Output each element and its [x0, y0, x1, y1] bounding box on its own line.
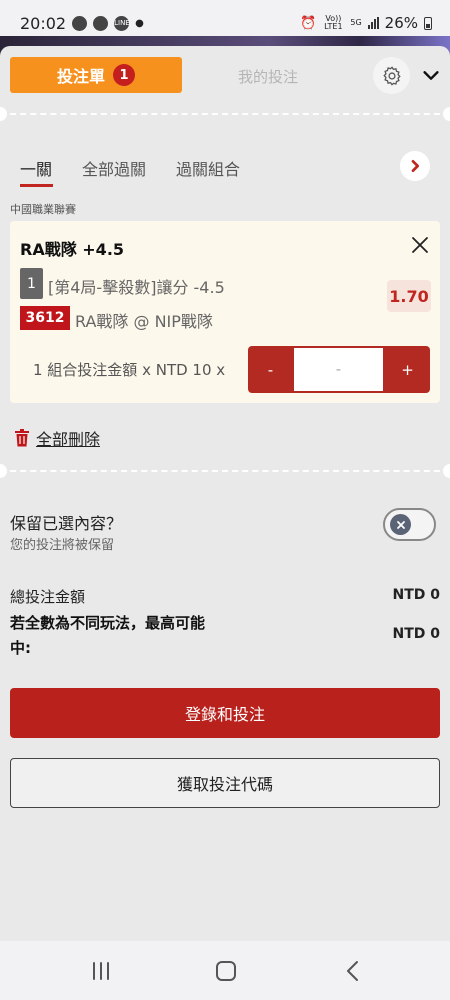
max-win-label: 若全數為不同玩法，最高可能中:: [10, 614, 206, 657]
tab-parlay-combo[interactable]: 過關組合: [176, 156, 240, 180]
divider-notch-right: [443, 107, 450, 121]
signal-icon: [367, 17, 379, 29]
settings-button[interactable]: [373, 57, 410, 94]
keep-selection-subtitle: 您的投注將被保留: [10, 538, 115, 553]
divider-notch-right-2: [443, 464, 450, 478]
tab-all-parlay[interactable]: 全部過關: [82, 156, 146, 180]
chrome-icon-2: [93, 16, 109, 31]
stake-stepper: - - +: [248, 346, 430, 393]
volte-indicator: Vo)) LTE1: [324, 14, 343, 31]
get-bet-code-button[interactable]: 獲取投注代碼: [10, 758, 440, 808]
status-right: ⏰ Vo)) LTE1 5G 26%: [300, 14, 432, 32]
trash-icon: [15, 429, 29, 447]
stake-label: 1 組合投注金額 x NTD 10 x: [33, 361, 226, 379]
gear-icon: [382, 65, 401, 86]
tab-bet-slip-label: 投注單: [56, 67, 105, 86]
bet-type-tabs: 一關 全部過關 過關組合: [20, 156, 240, 180]
home-button[interactable]: [213, 959, 239, 983]
remove-bet-button[interactable]: [410, 235, 430, 255]
tabs-next-button[interactable]: [400, 151, 430, 181]
bet-index-box: 1: [20, 268, 43, 299]
match-name: RA戰隊 @ NIP戰隊: [75, 312, 213, 331]
tab-my-bets[interactable]: 我的投注: [238, 66, 298, 87]
chevron-right-icon: [411, 160, 419, 172]
status-time: 20:02: [20, 14, 67, 33]
tab-single[interactable]: 一關: [20, 156, 52, 180]
stake-minus-button[interactable]: -: [248, 346, 293, 393]
total-stake-value: NTD 0: [392, 587, 440, 603]
back-icon: [347, 961, 358, 981]
total-stake-label: 總投注金額: [10, 588, 86, 606]
delete-all-label: 全部刪除: [36, 430, 101, 449]
battery-icon: [424, 16, 432, 30]
divider-notch-left: [0, 107, 7, 121]
bet-selection-title: RA戰隊 +4.5: [20, 240, 125, 259]
stake-input[interactable]: -: [294, 348, 383, 391]
notification-dot-icon: ●: [135, 18, 144, 29]
tab-bet-slip[interactable]: 投注單 1: [10, 57, 182, 93]
status-left: 20:02 LINE ●: [20, 14, 144, 33]
system-nav-bar: [0, 941, 450, 1000]
odds-value: 1.70: [387, 280, 431, 312]
keep-selection-title: 保留已選內容？: [10, 514, 123, 533]
bet-market: [第4局-擊殺數]讓分 -4.5: [48, 278, 225, 297]
network-indicator: 5G: [350, 18, 362, 27]
bet-count-badge: 1: [113, 64, 135, 86]
bet-slip-sheet: 投注單 1 我的投注 一關 全部過關 過關組合 中國職業聯賽 RA戰隊 +4.5: [0, 46, 450, 941]
keep-selection-toggle[interactable]: [383, 508, 436, 541]
alarm-icon: ⏰: [300, 15, 317, 31]
active-tab-underline: [20, 184, 53, 187]
home-icon: [216, 961, 236, 981]
battery-text: 26%: [384, 14, 418, 32]
divider-top: [0, 113, 450, 115]
recent-apps-button[interactable]: [88, 959, 114, 983]
chrome-icon: [72, 16, 88, 31]
close-icon: [412, 237, 428, 253]
divider-notch-left-2: [0, 464, 7, 478]
back-button[interactable]: [340, 959, 366, 983]
divider-middle: [0, 470, 450, 472]
toggle-off-x-icon: [396, 520, 405, 529]
login-and-bet-button[interactable]: 登錄和投注: [10, 688, 440, 738]
collapse-button[interactable]: [420, 64, 442, 86]
line-app-icon: LINE: [114, 16, 130, 31]
recent-apps-icon: [93, 962, 109, 980]
league-name: 中國職業聯賽: [10, 203, 76, 216]
max-win-value: NTD 0: [392, 626, 440, 642]
stake-plus-button[interactable]: +: [385, 346, 430, 393]
match-id-badge: 3612: [20, 306, 70, 330]
bet-card: RA戰隊 +4.5 1 [第4局-擊殺數]讓分 -4.5 1.70 3612 R…: [10, 221, 440, 403]
toggle-knob: [390, 514, 411, 535]
delete-all-button[interactable]: 全部刪除: [14, 426, 100, 450]
chevron-down-icon: [423, 71, 439, 80]
